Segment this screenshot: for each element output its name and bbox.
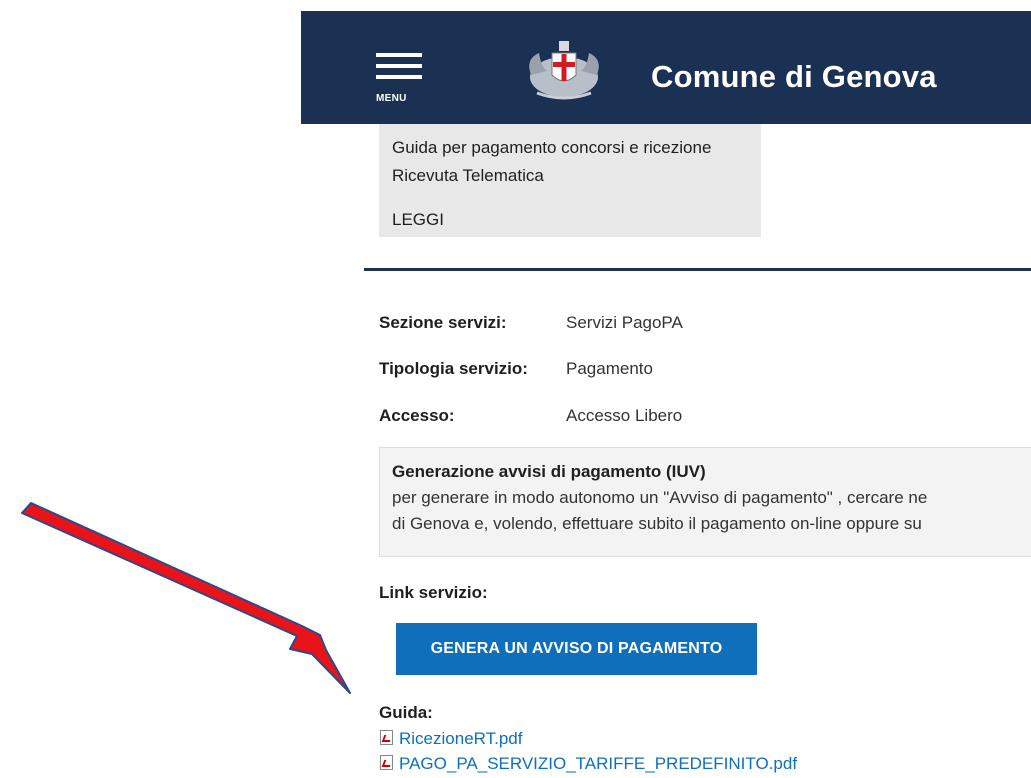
file-link-pago-pa[interactable]: PAGO_PA_SERVIZIO_TARIFFE_PREDEFINITO.pdf [380, 754, 797, 774]
section-divider [364, 268, 1031, 271]
file-name: PAGO_PA_SERVIZIO_TARIFFE_PREDEFINITO.pdf [399, 754, 798, 773]
info-value: Pagamento [566, 359, 653, 378]
menu-label: MENU [376, 93, 407, 104]
guide-card-text: Guida per pagamento concorsi e ricezione… [392, 138, 712, 185]
pdf-icon [380, 730, 393, 745]
info-value: Servizi PagoPA [566, 313, 683, 332]
info-label: Accesso: [379, 406, 455, 425]
guide-label: Guida: [379, 703, 433, 722]
info-value: Accesso Libero [566, 406, 683, 425]
hamburger-icon-bar [376, 64, 422, 68]
generate-notice-button[interactable]: GENERA UN AVVISO DI PAGAMENTO [396, 623, 757, 675]
notice-box: Generazione avvisi di pagamento (IUV) pe… [379, 447, 1031, 557]
site-title[interactable]: Comune di Genova [651, 59, 937, 95]
guide-card[interactable]: Guida per pagamento concorsi e ricezione… [379, 124, 761, 237]
genova-coat-of-arms-logo[interactable] [523, 37, 605, 103]
read-link[interactable]: LEGGI [392, 210, 444, 230]
notice-text-line: di Genova e, volendo, effettuare subito … [392, 514, 922, 533]
link-service-label: Link servizio: [379, 583, 488, 602]
info-label: Tipologia servizio: [379, 359, 528, 378]
info-label: Sezione servizi: [379, 313, 507, 332]
notice-title: Generazione avvisi di pagamento (IUV) [392, 462, 706, 481]
pdf-icon [380, 755, 393, 770]
notice-text-line: per generare in modo autonomo un "Avviso… [392, 488, 928, 507]
hamburger-icon-bar [376, 75, 422, 79]
hamburger-icon [376, 53, 422, 57]
file-link-ricezione[interactable]: RicezioneRT.pdf [380, 729, 522, 749]
file-name: RicezioneRT.pdf [399, 729, 523, 748]
menu-button[interactable]: MENU [376, 53, 426, 113]
site-header: MENU Comune di Genova [301, 11, 1031, 124]
